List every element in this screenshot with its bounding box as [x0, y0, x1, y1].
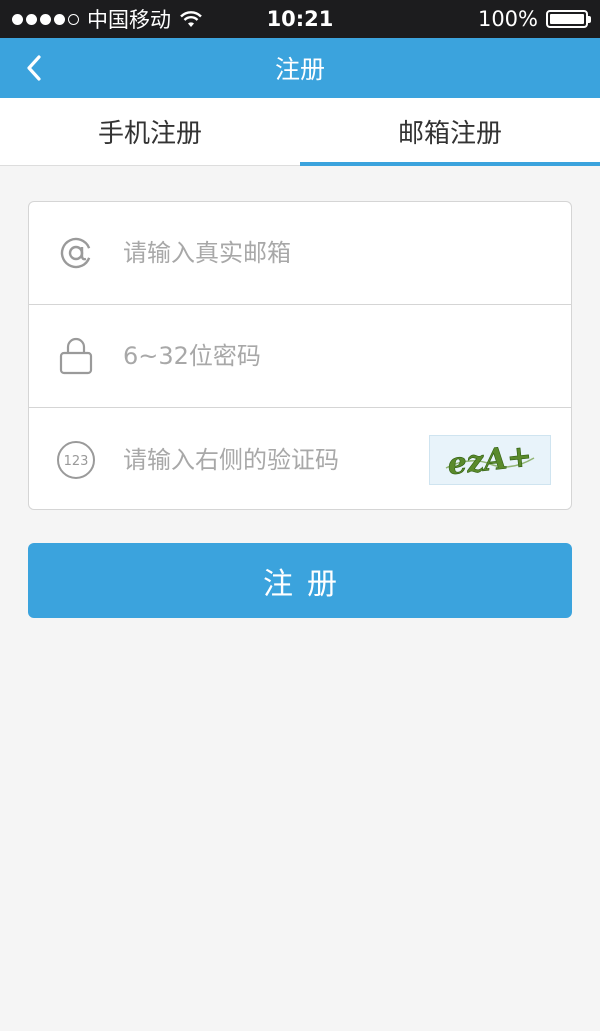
lock-icon: [29, 337, 123, 375]
carrier-name: 中国移动: [87, 8, 171, 32]
password-input[interactable]: [123, 326, 571, 386]
tab-email-register[interactable]: 邮箱注册: [300, 98, 600, 166]
status-right: 100%: [477, 7, 591, 31]
battery-percent: 100%: [477, 7, 538, 31]
signal-dots-icon: [12, 13, 79, 25]
captcha-row: 123 ezA+: [29, 408, 571, 511]
123-icon: 123: [29, 440, 123, 480]
tab-phone-register[interactable]: 手机注册: [0, 98, 300, 165]
svg-text:123: 123: [64, 454, 89, 469]
back-button[interactable]: [14, 48, 54, 88]
register-tabs: 手机注册 邮箱注册: [0, 98, 600, 166]
at-icon: [29, 236, 123, 270]
page-title: 注册: [274, 55, 325, 84]
register-form: 123 ezA+: [28, 201, 572, 510]
wifi-icon: [180, 11, 202, 27]
battery-icon: [546, 10, 591, 28]
nav-bar: 注册: [0, 38, 600, 98]
email-input[interactable]: [123, 223, 571, 283]
status-bar: 中国移动 10:21 100%: [0, 0, 600, 38]
status-left: 中国移动: [12, 4, 203, 34]
register-button[interactable]: 注册: [28, 543, 572, 618]
captcha-input[interactable]: [123, 429, 429, 490]
tab-label: 手机注册: [97, 119, 202, 149]
email-row: [29, 202, 571, 305]
password-row: [29, 305, 571, 408]
captcha-image[interactable]: ezA+: [429, 434, 551, 485]
chevron-left-icon: [27, 55, 41, 81]
captcha-text: ezA+: [446, 438, 534, 481]
tab-label: 邮箱注册: [397, 119, 502, 149]
captcha-graphic: ezA+: [445, 438, 535, 482]
